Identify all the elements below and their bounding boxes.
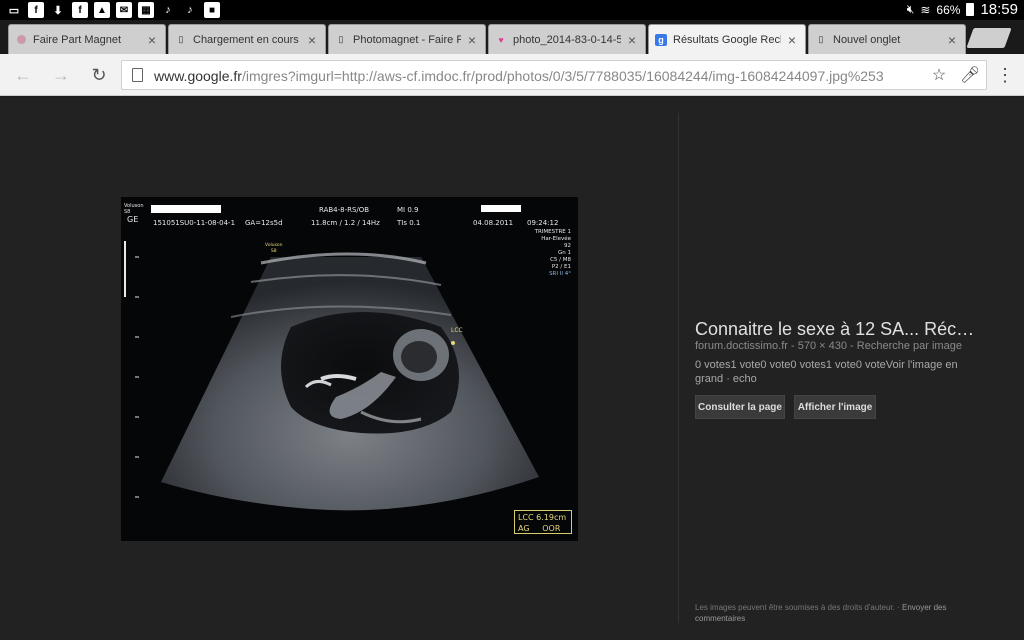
- tab-chargement[interactable]: ▯ Chargement en cours ×: [168, 24, 326, 54]
- scan-setting: SRI II 4°: [549, 271, 571, 277]
- panel-divider: [678, 113, 679, 623]
- microphone-icon[interactable]: 🎤︎: [960, 66, 980, 86]
- close-icon[interactable]: ×: [465, 32, 479, 48]
- menu-icon[interactable]: ⋮: [996, 64, 1014, 86]
- page-icon: [132, 68, 143, 82]
- view-image-button[interactable]: Afficher l'image: [794, 395, 876, 419]
- image-title[interactable]: Connaitre le sexe à 12 SA... Réc…: [695, 319, 974, 340]
- battery-percent: 66%: [936, 2, 961, 17]
- scan-patient-id: 151051SU0-11-08-04-1: [153, 219, 236, 227]
- google-icon: g: [655, 33, 667, 46]
- forward-arrow-icon[interactable]: →: [50, 64, 72, 86]
- tab-strip: Faire Part Magnet × ▯ Chargement en cour…: [0, 20, 1024, 54]
- tab-photo[interactable]: ♥ photo_2014-83-0-14-5 ×: [488, 24, 646, 54]
- new-tab-button[interactable]: [966, 28, 1012, 48]
- battery-icon: [966, 3, 975, 16]
- ultrasound-graphic: [124, 205, 539, 511]
- reload-icon[interactable]: ↻: [88, 64, 110, 86]
- app-icon: ▦: [138, 2, 154, 18]
- site-icon: [15, 34, 27, 46]
- url-path: /imgres?imgurl=http://aws-cf.imdoc.fr/pr…: [241, 68, 884, 84]
- download-icon: ⬇: [53, 4, 63, 17]
- image-dimensions: 570 × 430: [797, 340, 847, 352]
- scan-mi: MI 0.9: [397, 206, 419, 214]
- scan-setting: TRIMESTRE 1: [534, 229, 571, 235]
- scan-probe: RAB4-8-RS/OB: [319, 206, 370, 214]
- scan-settings: TRIMESTRE 1 Har-Elevée 92 Gn 1 C5 / M8 P…: [521, 229, 571, 278]
- tab-label: photo_2014-83-0-14-5: [513, 33, 621, 46]
- close-icon[interactable]: ×: [305, 32, 319, 48]
- close-icon[interactable]: ×: [945, 32, 959, 48]
- clock: 18:59: [980, 1, 1018, 18]
- measurement-lcc: LCC 6.19cm: [518, 513, 567, 522]
- scan-ga: GA=12s5d: [245, 219, 283, 227]
- wifi-icon: ≋: [920, 2, 931, 17]
- tab-label: Photomagnet - Faire P: [353, 33, 461, 46]
- copyright-notice: Les images peuvent être soumises à des d…: [695, 602, 995, 624]
- search-by-image-link[interactable]: Recherche par image: [857, 340, 962, 352]
- notification-icons: ▭ f ⬇ f ▲ ✉ ▦ ♪ ♪ ■: [6, 2, 220, 18]
- address-bar[interactable]: www.google.fr/imgres?imgurl=http://aws-c…: [121, 60, 987, 90]
- scan-volume-mark: Voluson S8: [265, 243, 283, 254]
- scan-depth: 11.8cm / 1.2 / 14Hz: [311, 219, 380, 227]
- back-arrow-icon[interactable]: ←: [12, 64, 34, 86]
- star-icon[interactable]: ☆: [929, 66, 949, 86]
- redaction-bar: [481, 205, 521, 212]
- cast-icon: ▭: [8, 4, 20, 17]
- measurement-ag: AG OOR: [518, 524, 561, 533]
- tab-resultats-google[interactable]: g Résultats Google Rech ×: [648, 24, 806, 54]
- image-source[interactable]: forum.doctissimo.fr: [695, 340, 788, 352]
- scan-time: 09:24:12: [527, 219, 559, 227]
- page-icon: ▯: [338, 34, 344, 44]
- redaction-bar: [151, 205, 221, 213]
- music-icon: ♪: [165, 4, 171, 16]
- scan-setting: 92: [564, 243, 571, 249]
- image-viewer: Voluson S8 GE RAB4-8-RS/OB MI 0.9 151051…: [0, 97, 1024, 640]
- tab-label: Faire Part Magnet: [33, 33, 122, 46]
- tab-label: Résultats Google Rech: [673, 33, 781, 46]
- close-icon[interactable]: ×: [625, 32, 639, 48]
- scan-setting: C5 / M8: [550, 257, 571, 263]
- tab-label: Nouvel onglet: [833, 33, 901, 46]
- meta-separator: -: [790, 340, 798, 352]
- scan-logo-text: Voluson S8: [124, 203, 144, 215]
- visit-page-button[interactable]: Consulter la page: [695, 395, 785, 419]
- status-bar: ▭ f ⬇ f ▲ ✉ ▦ ♪ ♪ ■ 🔇︎ ≋ 66% 18:59: [0, 0, 1024, 20]
- ultrasound-image[interactable]: Voluson S8 GE RAB4-8-RS/OB MI 0.9 151051…: [121, 197, 578, 541]
- url-host: www.google.fr: [154, 68, 242, 84]
- scan-tis: TIs 0.1: [397, 219, 421, 227]
- meta-separator: -: [850, 340, 857, 352]
- music-icon: ♪: [187, 4, 193, 16]
- scan-setting: Gn 1: [558, 250, 571, 256]
- ge-logo: GE: [127, 215, 139, 224]
- briefcase-icon: ■: [204, 2, 220, 18]
- gallery-icon: ▲: [94, 2, 110, 18]
- page-icon: ▯: [818, 34, 824, 44]
- browser-toolbar: ← → ↻ www.google.fr/imgres?imgurl=http:/…: [0, 54, 1024, 96]
- tab-photomagnet[interactable]: ▯ Photomagnet - Faire P ×: [328, 24, 486, 54]
- close-icon[interactable]: ×: [785, 32, 799, 48]
- heart-icon: ♥: [498, 34, 504, 45]
- facebook-icon: f: [72, 2, 88, 18]
- image-meta: forum.doctissimo.fr - 570 × 430 - Recher…: [695, 340, 962, 352]
- copyright-text: Les images peuvent être soumises à des d…: [695, 603, 895, 612]
- scan-setting: P2 / E1: [551, 264, 571, 270]
- tab-faire-part-magnet[interactable]: Faire Part Magnet ×: [8, 24, 166, 54]
- url-text[interactable]: www.google.fr/imgres?imgurl=http://aws-c…: [154, 68, 924, 84]
- mute-icon: 🔇︎: [906, 2, 915, 16]
- tab-label: Chargement en cours: [193, 33, 299, 46]
- page-icon: ▯: [178, 34, 184, 44]
- lcc-caliper-label: LCC: [451, 327, 463, 334]
- caliper-mark: [451, 341, 455, 345]
- scan-date: 04.08.2011: [473, 219, 514, 227]
- scan-setting: Har-Elevée: [541, 236, 571, 242]
- mail-icon: ✉: [116, 2, 132, 18]
- close-icon[interactable]: ×: [145, 32, 159, 48]
- tab-nouvel-onglet[interactable]: ▯ Nouvel onglet ×: [808, 24, 966, 54]
- facebook-icon: f: [28, 2, 44, 18]
- image-description: 0 votes1 vote0 vote0 votes1 vote0 voteVo…: [695, 359, 958, 385]
